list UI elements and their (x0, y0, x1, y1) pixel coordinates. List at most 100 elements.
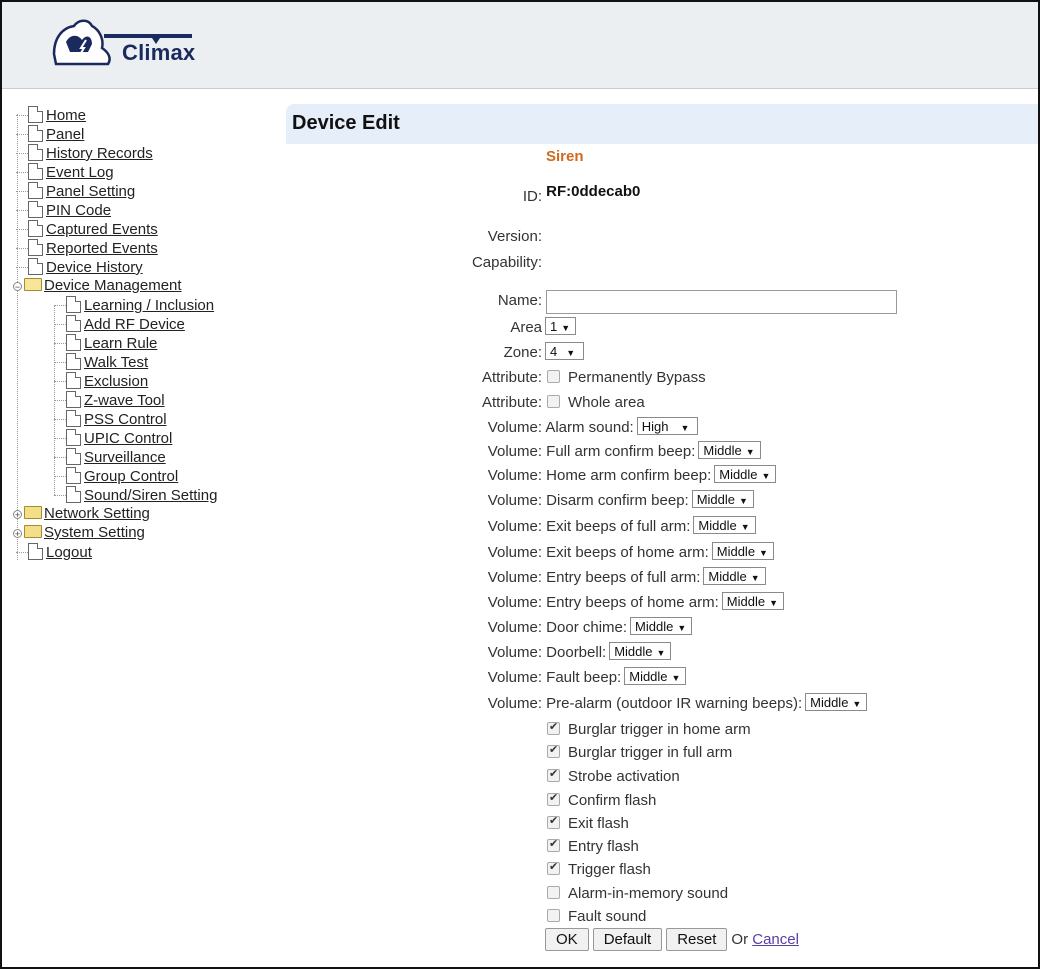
folder-icon (24, 525, 42, 538)
option-entry-flash: Entry flash (542, 837, 639, 855)
default-button[interactable]: Default (592, 928, 663, 951)
pre-alarm-select[interactable]: Middle ▼ (805, 693, 868, 711)
door-chime-select[interactable]: Middle ▼ (630, 617, 693, 635)
exit-full-arm-select[interactable]: Middle ▼ (693, 516, 756, 534)
sidebar-item-reported-events[interactable]: Reported Events (16, 239, 158, 258)
volume-row-entry-home-arm: Volume: Entry beeps of home arm: Middle ▼ (442, 592, 1038, 614)
brand-name: Climax (122, 40, 196, 65)
sidebar-item-event-log[interactable]: Event Log (16, 163, 114, 182)
collapse-icon[interactable]: − (13, 282, 22, 292)
option-checkbox[interactable] (547, 860, 560, 875)
attribute-bypass-row: Attribute: Permanently Bypass (442, 369, 1038, 391)
area-select[interactable]: 1 ▼ (545, 317, 577, 335)
full-arm-confirm-select[interactable]: Middle ▼ (698, 441, 761, 459)
sidebar-item-add-rf-device[interactable]: Add RF Device (54, 315, 185, 334)
sidebar-item-device-management[interactable]: Device Management (24, 277, 182, 296)
option-checkbox[interactable] (547, 909, 560, 922)
entry-full-arm-select[interactable]: Middle ▼ (703, 567, 766, 585)
name-input[interactable] (546, 290, 897, 314)
sidebar-item-panel[interactable]: Panel (16, 125, 84, 144)
bypass-label: Permanently Bypass (568, 369, 706, 386)
sidebar-item-upic-control[interactable]: UPIC Control (54, 429, 172, 448)
page-icon (28, 258, 43, 275)
option-confirm-flash: Confirm flash (542, 791, 656, 809)
sidebar-item-surveillance[interactable]: Surveillance (54, 448, 166, 467)
version-row: Version: (442, 228, 1038, 250)
option-burglar-full-arm: Burglar trigger in full arm (542, 743, 732, 761)
or-text: Or (731, 931, 749, 948)
option-checkbox[interactable] (547, 837, 560, 852)
page-icon (66, 334, 81, 351)
option-fault-sound: Fault sound (542, 908, 646, 925)
sidebar-item-z-wave-tool[interactable]: Z-wave Tool (54, 391, 165, 410)
page-title: Device Edit (292, 112, 400, 134)
volume-row-disarm-confirm: Volume: Disarm confirm beep: Middle ▼ (442, 490, 1038, 512)
area-row: Area 1 ▼ (442, 317, 1038, 339)
option-checkbox[interactable] (547, 720, 560, 735)
sidebar-item-logout[interactable]: Logout (16, 543, 92, 562)
dropdown-arrow-icon: ▼ (677, 623, 687, 633)
page-icon (66, 391, 81, 408)
sidebar-item-sound-siren-setting[interactable]: Sound/Siren Setting (54, 486, 217, 505)
folder-icon (24, 506, 42, 519)
exit-home-arm-select[interactable]: Middle ▼ (711, 542, 774, 560)
sidebar-item-device-history[interactable]: Device History (16, 258, 143, 277)
sidebar-item-learning-inclusion[interactable]: Learning / Inclusion (54, 296, 214, 315)
ok-button[interactable]: OK (545, 928, 589, 951)
volume-row-exit-full-arm: Volume: Exit beeps of full arm: Middle ▼ (442, 516, 1038, 538)
page-icon (28, 144, 43, 161)
volume-row-entry-full-arm: Volume: Entry beeps of full arm: Middle ▼ (442, 567, 1038, 589)
page-icon (66, 315, 81, 332)
option-checkbox[interactable] (547, 814, 560, 829)
expand-icon[interactable]: + (13, 510, 22, 520)
entry-home-arm-select[interactable]: Middle ▼ (721, 592, 784, 610)
whole-area-checkbox[interactable] (547, 395, 560, 408)
option-exit-flash: Exit flash (542, 814, 629, 832)
disarm-confirm-select[interactable]: Middle ▼ (691, 490, 754, 508)
form-actions: OK Default Reset Or Cancel (545, 928, 799, 951)
home-arm-confirm-select[interactable]: Middle ▼ (714, 465, 777, 483)
reset-button[interactable]: Reset (666, 928, 728, 951)
alarm-sound-select[interactable]: High ▼ (636, 417, 699, 435)
attribute-label: Attribute: (481, 394, 542, 411)
option-checkbox[interactable] (547, 767, 560, 782)
page-icon (28, 543, 43, 560)
volume-row-home-arm-confirm: Volume: Home arm confirm beep: Middle ▼ (442, 465, 1038, 487)
page-icon (66, 467, 81, 484)
expand-icon[interactable]: + (13, 529, 22, 539)
volume-row-full-arm-confirm: Volume: Full arm confirm beep: Middle ▼ (442, 441, 1038, 463)
sidebar-item-walk-test[interactable]: Walk Test (54, 353, 148, 372)
option-strobe-activation: Strobe activation (542, 767, 680, 785)
sidebar-item-history-records[interactable]: History Records (16, 144, 153, 163)
attribute-whole-row: Attribute: Whole area (442, 394, 1038, 416)
page-icon (28, 125, 43, 142)
sidebar-item-system-setting[interactable]: System Setting (24, 524, 145, 543)
option-checkbox[interactable] (547, 886, 560, 899)
sidebar-item-exclusion[interactable]: Exclusion (54, 372, 148, 391)
sidebar-item-panel-setting[interactable]: Panel Setting (16, 182, 135, 201)
sidebar-item-learn-rule[interactable]: Learn Rule (54, 334, 157, 353)
sidebar-item-pin-code[interactable]: PIN Code (16, 201, 111, 220)
doorbell-select[interactable]: Middle ▼ (609, 642, 672, 660)
cancel-link[interactable]: Cancel (752, 931, 799, 948)
zone-select[interactable]: 4 ▼ (545, 342, 585, 360)
option-checkbox[interactable] (547, 791, 560, 806)
volume-row-door-chime: Volume: Door chime: Middle ▼ (442, 617, 1038, 639)
id-value: RF:0ddecab0 (546, 183, 641, 200)
fault-beep-select[interactable]: Middle ▼ (624, 667, 687, 685)
bypass-checkbox[interactable] (547, 370, 560, 383)
dropdown-arrow-icon: ▼ (769, 598, 778, 608)
sidebar-item-pss-control[interactable]: PSS Control (54, 410, 167, 429)
dropdown-arrow-icon: ▼ (761, 471, 771, 481)
sidebar-item-network-setting[interactable]: Network Setting (24, 505, 150, 524)
capability-row: Capability: (442, 254, 1038, 276)
page-icon (28, 182, 43, 199)
option-checkbox[interactable] (547, 743, 560, 758)
attribute-label: Attribute: (481, 369, 542, 386)
option-alarm-in-memory-sound: Alarm-in-memory sound (542, 885, 728, 902)
sidebar-item-group-control[interactable]: Group Control (54, 467, 178, 486)
sidebar-item-captured-events[interactable]: Captured Events (16, 220, 158, 239)
device-type-label: Siren (546, 148, 584, 165)
dropdown-arrow-icon: ▼ (739, 496, 748, 506)
sidebar-item-home[interactable]: Home (16, 106, 86, 125)
